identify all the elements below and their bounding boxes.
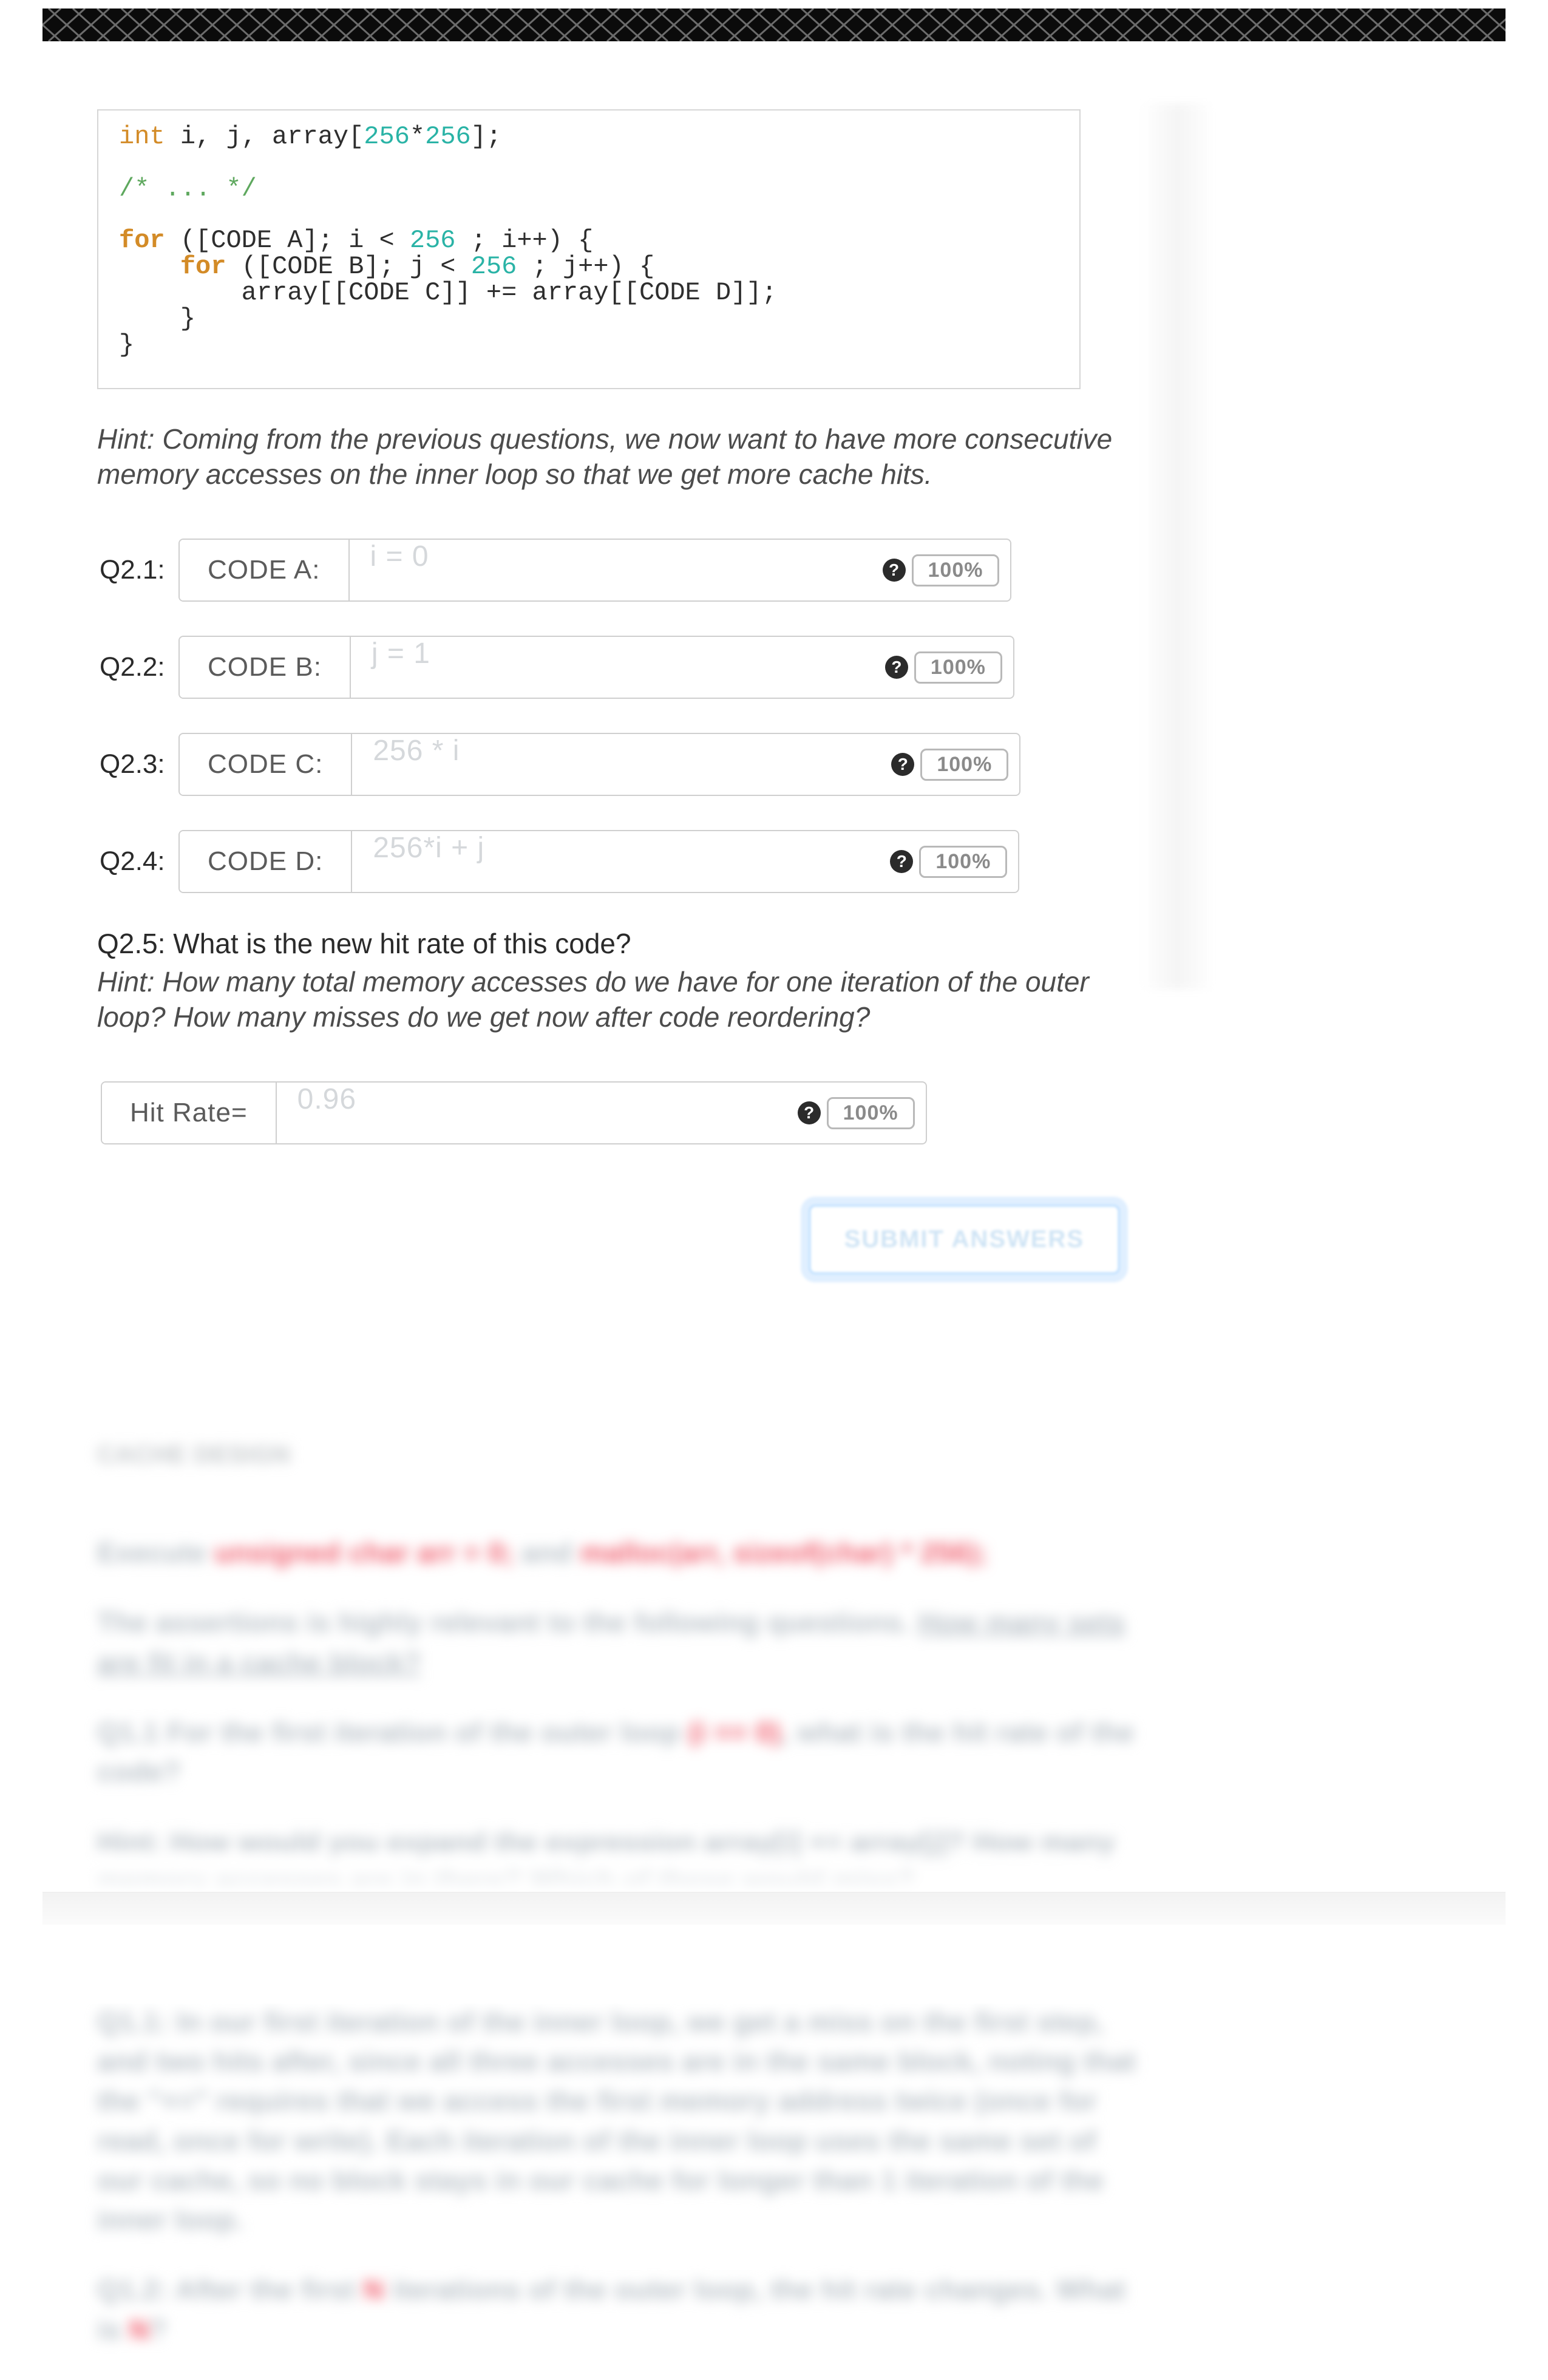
code-brace-outer: } bbox=[119, 330, 134, 359]
q22-right: ? 100% bbox=[874, 637, 1013, 698]
submit-button[interactable]: SUBMIT ANSWERS bbox=[809, 1205, 1119, 1274]
question-fields: Q2.1: CODE A: i = 0 ? 100% Q2.2: CODE B:… bbox=[97, 539, 1141, 893]
preview-heading: CACHE DESIGN bbox=[97, 1438, 1141, 1472]
q21-input[interactable]: i = 0 bbox=[350, 540, 872, 600]
q21-score: 100% bbox=[912, 554, 1000, 586]
help-icon[interactable]: ? bbox=[885, 656, 908, 679]
q24-label: CODE D: bbox=[180, 831, 352, 892]
redaction-bar-top bbox=[42, 8, 1506, 41]
worksheet-content: int i, j, array[256*256]; /* ... */ for … bbox=[97, 109, 1141, 2380]
preview-line-6: Q1.1: In our first iteration of the inne… bbox=[97, 2002, 1141, 2240]
code-star: * bbox=[410, 122, 425, 151]
code-num-256c: 256 bbox=[410, 226, 456, 255]
submit-row: SUBMIT ANSWERS bbox=[97, 1205, 1141, 1274]
preview-line-5: Hit Rate= 0.67 bbox=[97, 1932, 1141, 1971]
code-for-inner: for bbox=[180, 252, 226, 281]
help-icon[interactable]: ? bbox=[890, 850, 913, 873]
q23-tag: Q2.3: bbox=[100, 733, 178, 796]
q21-label: CODE A: bbox=[180, 540, 350, 600]
q25-right: ? 100% bbox=[787, 1083, 926, 1143]
q22-tag: Q2.2: bbox=[100, 636, 178, 699]
hint-text: Coming from the previous questions, we n… bbox=[97, 423, 1112, 490]
q21-right: ? 100% bbox=[872, 540, 1011, 600]
q25-block: Q2.5: What is the new hit rate of this c… bbox=[97, 927, 1141, 1144]
q25-hint-label: Hint: bbox=[97, 966, 155, 998]
q22-row: Q2.2: CODE B: j = 1 ? 100% bbox=[97, 636, 1141, 699]
q25-input[interactable]: 0.96 bbox=[277, 1083, 787, 1143]
code-body: array[[CODE C]] += array[[CODE D]]; bbox=[119, 278, 777, 307]
q22-input[interactable]: j = 1 bbox=[351, 637, 874, 698]
q24-row: Q2.4: CODE D: 256*i + j ? 100% bbox=[97, 830, 1141, 893]
code-outer-close: ; i++) { bbox=[456, 226, 594, 255]
code-num-256a: 256 bbox=[364, 122, 410, 151]
q24-input[interactable]: 256*i + j bbox=[352, 831, 879, 892]
q23-row: Q2.3: CODE C: 256 * i ? 100% bbox=[97, 733, 1141, 796]
q21-field: CODE A: i = 0 ? 100% bbox=[178, 539, 1011, 602]
code-decl-close: ]; bbox=[471, 122, 501, 151]
q22-score: 100% bbox=[914, 651, 1002, 684]
q25-hint: Hint: How many total memory accesses do … bbox=[97, 965, 1141, 1035]
redaction-bar-bottom bbox=[42, 1892, 1506, 1925]
code-inner-open: ([CODE B]; j < bbox=[226, 252, 470, 281]
help-icon[interactable]: ? bbox=[891, 753, 914, 776]
q25-label: Hit Rate= bbox=[102, 1083, 277, 1143]
code-for-outer: for bbox=[119, 226, 165, 255]
code-snippet: int i, j, array[256*256]; /* ... */ for … bbox=[97, 109, 1081, 389]
preview-line-3: Q1.1 For the first iteration of the oute… bbox=[97, 1713, 1141, 1792]
preview-line-1: Execute unsigned char arr = 0; and mallo… bbox=[97, 1533, 1141, 1572]
preview-line-4: Hint: How would you expand the expressio… bbox=[97, 1823, 1141, 1902]
hint-paragraph-1: Hint: Coming from the previous questions… bbox=[97, 422, 1141, 492]
help-icon[interactable]: ? bbox=[883, 559, 906, 582]
q23-score: 100% bbox=[920, 749, 1008, 781]
q22-label: CODE B: bbox=[180, 637, 351, 698]
q25-score: 100% bbox=[827, 1097, 915, 1129]
q21-row: Q2.1: CODE A: i = 0 ? 100% bbox=[97, 539, 1141, 602]
code-brace-inner: } bbox=[119, 304, 195, 333]
q21-tag: Q2.1: bbox=[100, 539, 178, 602]
code-kw-int: int bbox=[119, 122, 165, 151]
q25-row: Hit Rate= 0.96 ? 100% bbox=[97, 1081, 1141, 1144]
help-icon[interactable]: ? bbox=[798, 1101, 821, 1124]
q24-right: ? 100% bbox=[879, 831, 1018, 892]
code-outer-open: ([CODE A]; i < bbox=[165, 226, 410, 255]
code-comment: /* ... */ bbox=[119, 174, 257, 203]
q22-field: CODE B: j = 1 ? 100% bbox=[178, 636, 1014, 699]
q23-label: CODE C: bbox=[180, 734, 352, 795]
q25-question: Q2.5: What is the new hit rate of this c… bbox=[97, 927, 1141, 960]
preview-line-7: Q1.2: After the first N iterations of th… bbox=[97, 2270, 1141, 2350]
content-right-shadow bbox=[1141, 103, 1214, 990]
q24-tag: Q2.4: bbox=[100, 830, 178, 893]
hint-label: Hint: bbox=[97, 423, 155, 455]
preview-line-2: The assertions is highly relevant to the… bbox=[97, 1603, 1141, 1682]
code-num-256d: 256 bbox=[471, 252, 517, 281]
code-num-256b: 256 bbox=[425, 122, 471, 151]
q23-input[interactable]: 256 * i bbox=[352, 734, 880, 795]
q23-field: CODE C: 256 * i ? 100% bbox=[178, 733, 1020, 796]
q24-field: CODE D: 256*i + j ? 100% bbox=[178, 830, 1019, 893]
q23-right: ? 100% bbox=[880, 734, 1019, 795]
q25-hint-text: How many total memory accesses do we hav… bbox=[97, 966, 1089, 1033]
code-decl: i, j, array[ bbox=[165, 122, 364, 151]
code-inner-close: ; j++) { bbox=[517, 252, 654, 281]
q24-score: 100% bbox=[919, 846, 1007, 878]
q25-field: Hit Rate= 0.96 ? 100% bbox=[101, 1081, 927, 1144]
